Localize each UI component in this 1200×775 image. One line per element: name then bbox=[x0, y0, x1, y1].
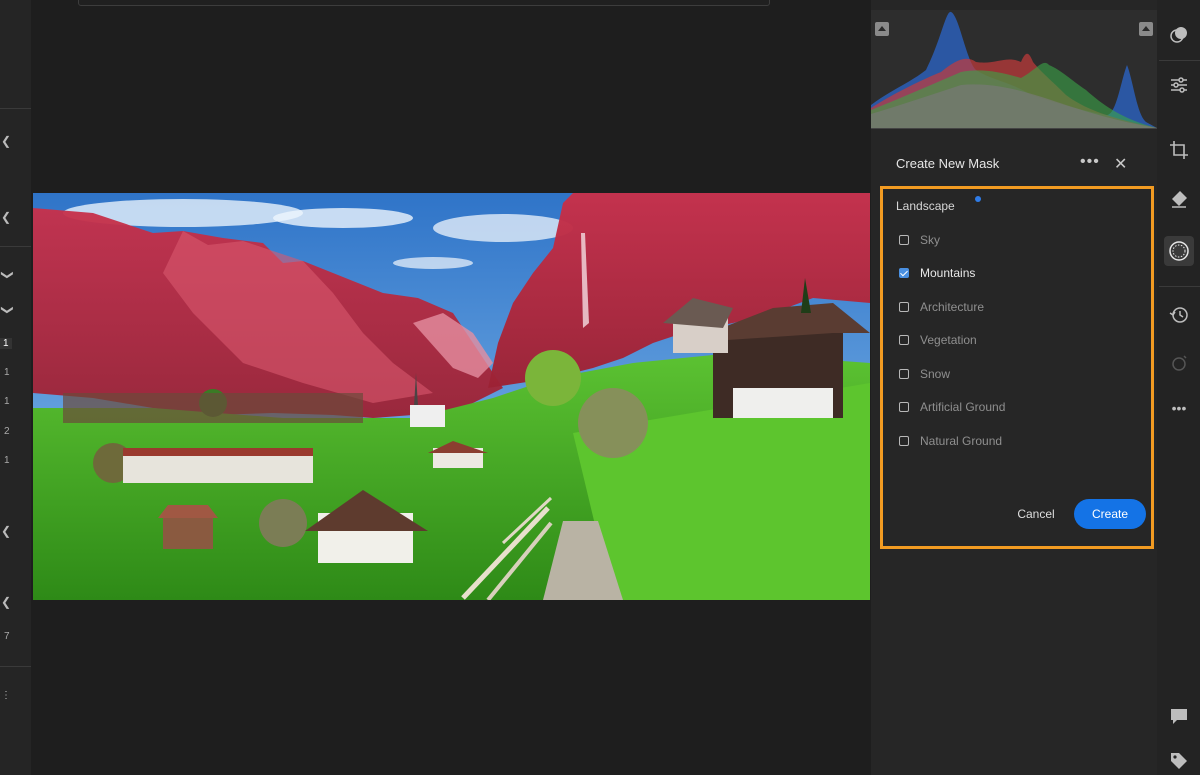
option-label: Architecture bbox=[920, 300, 985, 314]
checkbox[interactable] bbox=[899, 335, 909, 345]
edit-icon[interactable] bbox=[1166, 22, 1192, 48]
tool-rail bbox=[1157, 0, 1200, 775]
option-sky[interactable]: Sky bbox=[899, 231, 940, 249]
chevron-down-icon[interactable]: ❮ bbox=[0, 270, 13, 280]
option-label: Artificial Ground bbox=[920, 400, 1006, 414]
divider bbox=[1159, 60, 1200, 61]
chevron-down-icon[interactable]: ❮ bbox=[0, 305, 13, 315]
sort-icon[interactable]: ⋮ bbox=[1, 690, 11, 701]
option-label: Mountains bbox=[920, 266, 976, 280]
option-mountains[interactable]: Mountains bbox=[899, 264, 975, 282]
divider bbox=[0, 246, 31, 247]
top-search-field[interactable] bbox=[78, 0, 770, 6]
option-snow[interactable]: Snow bbox=[899, 365, 950, 383]
histogram-graph bbox=[871, 11, 1157, 128]
option-vegetation[interactable]: Vegetation bbox=[899, 331, 977, 349]
more-icon[interactable]: ••• bbox=[1166, 395, 1192, 421]
divider bbox=[0, 108, 31, 109]
more-horizontal-icon[interactable]: ••• bbox=[1080, 153, 1100, 171]
versions-icon[interactable] bbox=[1166, 350, 1192, 376]
divider bbox=[0, 666, 31, 667]
panel-title: Create New Mask bbox=[896, 156, 1000, 171]
crop-icon[interactable] bbox=[1166, 137, 1192, 163]
photo-canvas[interactable] bbox=[33, 193, 870, 600]
tag-icon[interactable] bbox=[1166, 748, 1192, 774]
shadow-clipping-toggle[interactable] bbox=[875, 22, 889, 36]
adjust-sliders-icon[interactable] bbox=[1166, 72, 1192, 98]
option-label: Sky bbox=[920, 233, 941, 247]
count-label: 1 bbox=[4, 455, 10, 466]
option-label: Natural Ground bbox=[920, 434, 1003, 448]
count-label: 1 bbox=[4, 367, 10, 378]
landscape-photo bbox=[33, 193, 870, 600]
chevron-left-icon[interactable]: ❮ bbox=[1, 134, 11, 148]
option-architecture[interactable]: Architecture bbox=[899, 298, 984, 316]
chevron-left-icon[interactable]: ❮ bbox=[1, 524, 11, 538]
comment-icon[interactable] bbox=[1166, 703, 1192, 729]
section-label: Landscape bbox=[896, 199, 955, 213]
left-panel-strip: ❮ ❮ ❮ ❮ 1 1 1 2 1 ❮ ❮ 7 ⋮ bbox=[0, 0, 31, 775]
checkbox[interactable] bbox=[899, 369, 909, 379]
histogram bbox=[871, 10, 1157, 128]
healing-eraser-icon[interactable] bbox=[1166, 186, 1192, 212]
count-label: 2 bbox=[4, 426, 10, 437]
history-icon[interactable] bbox=[1166, 302, 1192, 328]
option-artificial-ground[interactable]: Artificial Ground bbox=[899, 398, 1005, 416]
new-indicator-dot bbox=[975, 196, 981, 202]
chevron-left-icon[interactable]: ❮ bbox=[1, 595, 11, 609]
create-button[interactable]: Create bbox=[1074, 499, 1146, 529]
checkbox[interactable] bbox=[899, 402, 909, 412]
count-label: 7 bbox=[4, 631, 10, 642]
cancel-button[interactable]: Cancel bbox=[1006, 503, 1066, 525]
checkbox[interactable] bbox=[899, 436, 909, 446]
divider bbox=[871, 128, 1157, 129]
chevron-left-icon[interactable]: ❮ bbox=[1, 210, 11, 224]
divider bbox=[1159, 286, 1200, 287]
masking-icon[interactable] bbox=[1164, 236, 1194, 266]
highlight-clipping-toggle[interactable] bbox=[1139, 22, 1153, 36]
checkbox[interactable] bbox=[899, 235, 909, 245]
close-icon[interactable]: ✕ bbox=[1114, 154, 1127, 174]
checkbox-checked[interactable] bbox=[899, 268, 909, 278]
option-natural-ground[interactable]: Natural Ground bbox=[899, 432, 1002, 450]
count-label: 1 bbox=[0, 338, 12, 349]
checkbox[interactable] bbox=[899, 302, 909, 312]
option-label: Snow bbox=[920, 367, 951, 381]
count-label: 1 bbox=[4, 396, 10, 407]
option-label: Vegetation bbox=[920, 333, 977, 347]
